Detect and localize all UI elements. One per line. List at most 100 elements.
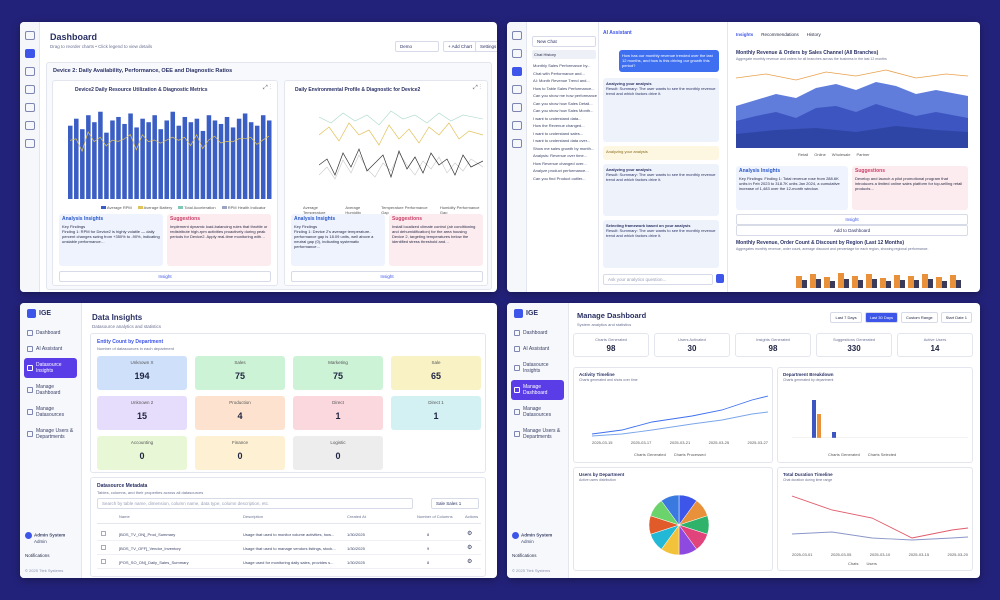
user-profile[interactable]: Admin System Admin <box>25 532 65 544</box>
history-item[interactable]: Monthly Sales Performance by... <box>533 62 597 70</box>
nav-item[interactable]: Dashboard <box>511 326 564 340</box>
dashboard-icon[interactable] <box>24 49 35 58</box>
new-chat-button[interactable]: New Chat <box>532 36 596 47</box>
bar[interactable] <box>260 115 266 199</box>
history-item[interactable]: Show me sales growth by month... <box>533 145 597 153</box>
settings-icon[interactable]: ⚙ <box>467 544 472 551</box>
history-item[interactable]: How Revenue changed over... <box>533 160 597 168</box>
bar[interactable] <box>68 125 73 199</box>
range-button[interactable]: Last 30 Days <box>864 312 898 323</box>
tab-insights[interactable]: Insights <box>736 32 753 37</box>
settings-button[interactable]: Settings <box>475 41 497 52</box>
legend-item[interactable]: Partner <box>856 152 869 157</box>
table-row[interactable]: [BOS_TV_ON]_Prod_Summary Usage that used … <box>97 528 481 541</box>
range-button[interactable]: Custom Range <box>900 312 938 323</box>
dashboard-select[interactable]: Demo <box>395 41 439 52</box>
bar[interactable] <box>182 116 188 199</box>
department-tile[interactable]: Unknown 2 15 <box>97 396 187 430</box>
history-item[interactable]: How to Table Sales Performance... <box>533 85 597 93</box>
department-tile[interactable]: Marketing 75 <box>293 356 383 390</box>
bar[interactable] <box>212 120 218 199</box>
bar[interactable] <box>194 118 200 199</box>
department-tile[interactable]: Direct 1 <box>293 396 383 430</box>
search-input[interactable]: Search by table name, dimension, column … <box>97 498 413 509</box>
row-checkbox[interactable] <box>101 559 106 564</box>
bar[interactable] <box>128 113 133 199</box>
legend-item[interactable]: Charts Processed <box>674 452 706 457</box>
department-tile[interactable]: Sale 65 <box>391 356 481 390</box>
col-columns[interactable]: Number of Columns <box>417 514 453 519</box>
legend-item[interactable]: Wholesale <box>832 152 851 157</box>
bar[interactable] <box>266 120 272 199</box>
bar[interactable] <box>164 120 169 199</box>
chat-icon[interactable] <box>24 67 35 76</box>
insight-button[interactable]: Insight <box>59 271 271 282</box>
bar[interactable] <box>230 127 236 199</box>
send-icon[interactable] <box>716 274 724 283</box>
legend-item[interactable]: Chats <box>848 561 858 566</box>
dashboard-icon[interactable] <box>511 49 522 58</box>
history-item[interactable]: AI: Month Revenue Trend and... <box>533 77 597 85</box>
nav-item[interactable]: AI Assistant <box>511 342 564 356</box>
legend-item[interactable]: RPM Health Indicator <box>221 205 266 210</box>
bar[interactable] <box>248 122 254 199</box>
history-item[interactable]: Can you show how Sales Month... <box>533 107 597 115</box>
nav-item[interactable]: Datasource Insights <box>24 358 77 378</box>
department-tile[interactable]: Sales 75 <box>195 356 285 390</box>
bar[interactable] <box>122 123 127 199</box>
bar[interactable] <box>104 132 109 199</box>
nav-item[interactable]: Datasource Insights <box>511 358 564 378</box>
department-tile[interactable]: Unknown X 194 <box>97 356 187 390</box>
bar[interactable] <box>146 122 151 199</box>
nav-item[interactable]: Manage Datasources <box>511 402 564 422</box>
users-icon[interactable] <box>511 139 522 148</box>
department-tile[interactable]: Logistic 0 <box>293 436 383 470</box>
history-item[interactable]: Analysis: Revenue over time... <box>533 152 597 160</box>
chart-icon[interactable] <box>24 103 35 112</box>
bar[interactable] <box>176 125 182 199</box>
bar[interactable] <box>116 116 121 199</box>
tab-history[interactable]: History <box>807 32 821 37</box>
sort-select[interactable]: Sale Sales 1 <box>431 498 479 509</box>
row-checkbox[interactable] <box>101 545 106 550</box>
chat-input[interactable]: Ask your analytics question... <box>603 274 713 285</box>
database-icon[interactable] <box>511 121 522 130</box>
legend-item[interactable]: Charts Selected <box>868 452 896 457</box>
bar[interactable] <box>86 115 91 199</box>
bar[interactable] <box>188 122 194 199</box>
legend-item[interactable]: Average Battery <box>137 205 172 210</box>
table-row[interactable]: [POS_SO_ON]_Daily_Sales_Summary Usage use… <box>97 556 481 569</box>
bar[interactable] <box>242 113 248 199</box>
history-item[interactable]: Analyze product performance... <box>533 167 597 175</box>
menu-icon[interactable] <box>511 31 522 40</box>
nav-item[interactable]: Manage Dashboard <box>24 380 77 400</box>
legend-item[interactable]: Retail <box>798 152 808 157</box>
legend-item[interactable]: Charts Generated <box>634 452 666 457</box>
bar[interactable] <box>206 115 212 199</box>
legend-item[interactable]: Total Acceleration <box>178 205 216 210</box>
history-item[interactable]: I want to understand sales... <box>533 130 597 138</box>
col-created[interactable]: Created At <box>347 514 366 519</box>
expand-icon[interactable]: ⤢ ⋮ <box>263 85 271 92</box>
bar[interactable] <box>152 115 157 199</box>
col-description[interactable]: Description <box>243 514 263 519</box>
insight-button[interactable]: Insight <box>736 214 968 225</box>
history-item[interactable]: I want to understand data over... <box>533 137 597 145</box>
add-to-dashboard-button[interactable]: Add to Dashboard <box>736 225 968 236</box>
notifications-link[interactable]: Notifications <box>25 553 50 558</box>
nav-item[interactable]: Manage Users & Departments <box>24 424 77 444</box>
user-profile[interactable]: Admin System Admin <box>512 532 552 544</box>
nav-item[interactable]: Manage Dashboard <box>511 380 564 400</box>
tab-recommendations[interactable]: Recommendations <box>761 32 799 37</box>
insight-icon[interactable] <box>24 85 35 94</box>
nav-item[interactable]: Manage Datasources <box>24 402 77 422</box>
bar[interactable] <box>80 129 85 199</box>
legend-item[interactable]: Average RPM <box>101 205 132 210</box>
bar[interactable] <box>200 130 206 199</box>
chart-icon[interactable] <box>511 103 522 112</box>
legend-item[interactable]: Users <box>866 561 876 566</box>
database-icon[interactable] <box>24 121 35 130</box>
expand-icon[interactable]: ⤢ ⋮ <box>473 85 481 92</box>
settings-icon[interactable]: ⚙ <box>467 530 472 537</box>
history-item[interactable]: How the Revenue changed... <box>533 122 597 130</box>
